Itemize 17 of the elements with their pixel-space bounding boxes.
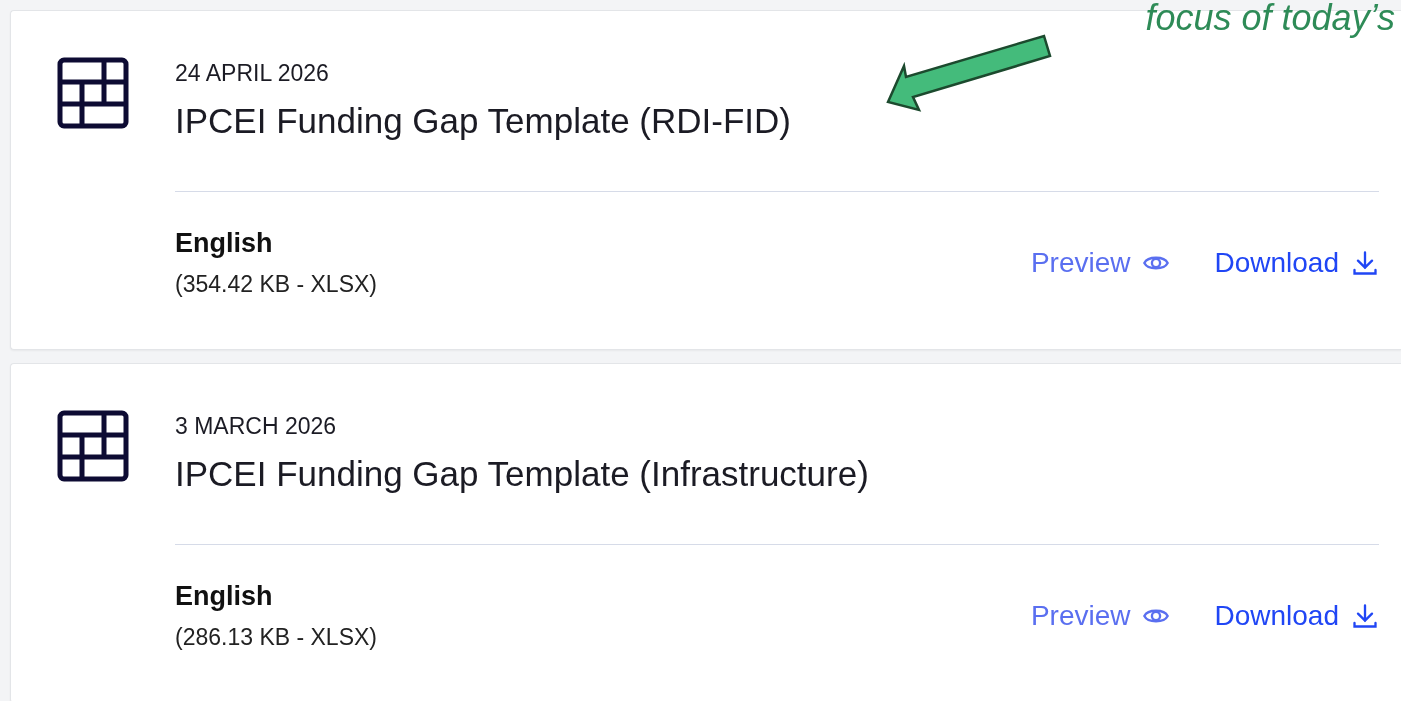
annotation-text: focus of today’s	[1145, 0, 1395, 38]
file-info: (354.42 KB - XLSX)	[175, 271, 377, 298]
table-icon	[57, 410, 129, 482]
download-icon	[1351, 249, 1379, 277]
document-date: 3 MARCH 2026	[175, 413, 337, 440]
language-label: English	[175, 228, 273, 259]
table-icon	[57, 57, 129, 129]
document-title: IPCEI Funding Gap Template (RDI-FID)	[175, 101, 791, 141]
preview-link[interactable]: Preview	[1030, 600, 1171, 632]
document-title: IPCEI Funding Gap Template (Infrastructure)	[175, 454, 869, 494]
download-link[interactable]: Download	[1214, 600, 1379, 632]
download-icon	[1351, 602, 1379, 630]
download-link[interactable]: Download	[1214, 247, 1379, 279]
language-label: English	[175, 581, 273, 612]
document-date: 24 APRIL 2026	[175, 60, 329, 87]
preview-link[interactable]: Preview	[1030, 247, 1171, 279]
file-info: (286.13 KB - XLSX)	[175, 624, 377, 651]
